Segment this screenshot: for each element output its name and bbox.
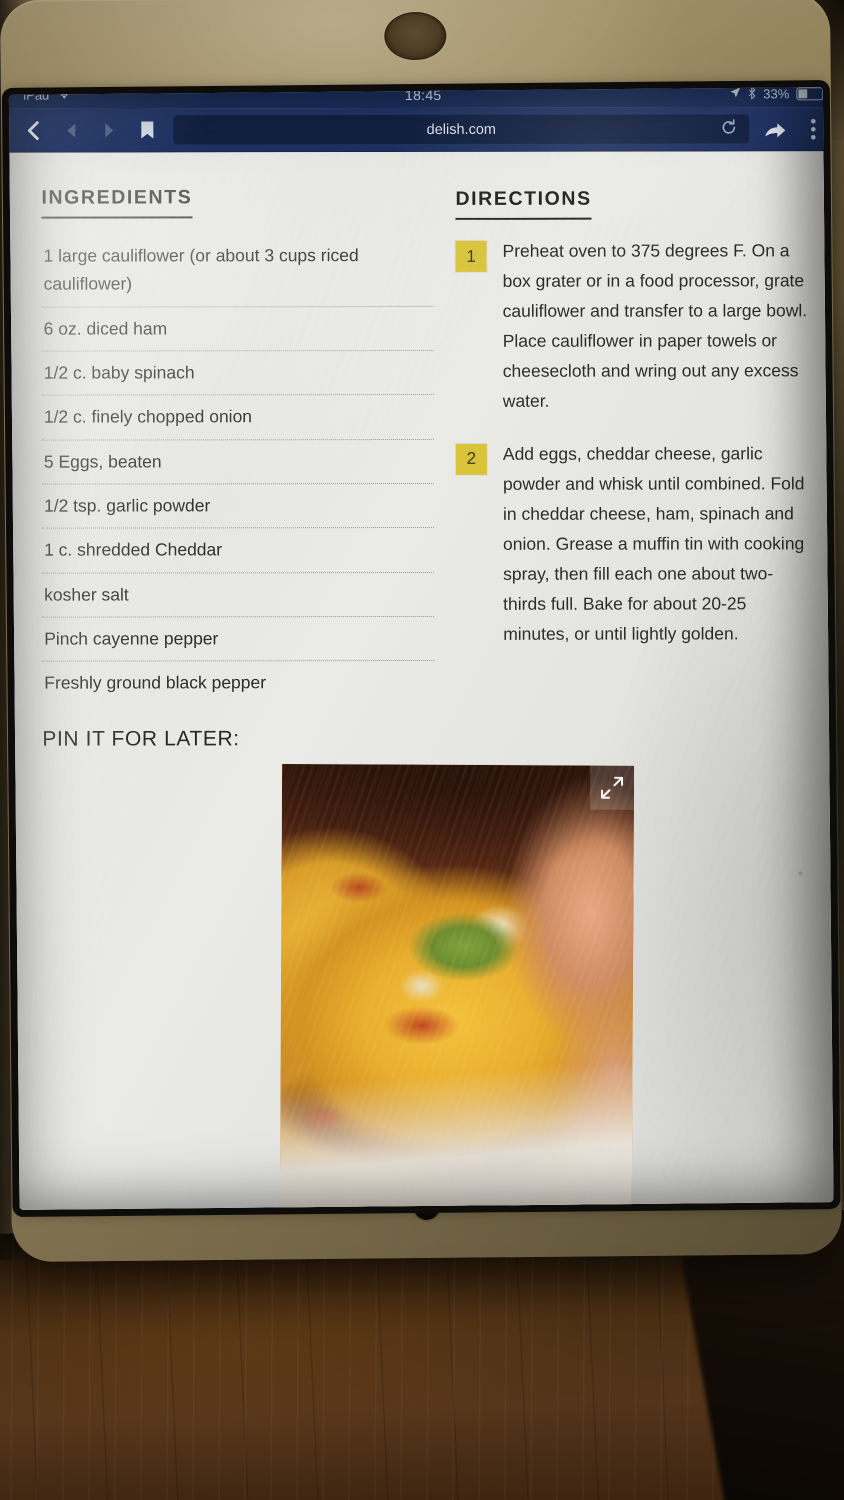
reload-icon[interactable] (720, 118, 737, 139)
location-arrow-icon (729, 87, 741, 101)
url-text: delish.com (426, 121, 496, 138)
ingredients-heading: INGREDIENTS (41, 186, 193, 219)
list-item: Freshly ground black pepper (44, 672, 267, 694)
step-number-badge: 2 (455, 443, 487, 475)
triangle-left-icon[interactable] (59, 118, 83, 142)
ingredients-column: INGREDIENTS 1 large cauliflower (or abou… (41, 186, 435, 705)
bluetooth-icon (748, 87, 756, 102)
url-bar[interactable]: delish.com (173, 114, 750, 145)
bookmark-icon[interactable] (135, 118, 159, 142)
ipad-device: iPad 18:45 33% delish.com INGREDIENTS 1 … (0, 0, 843, 1262)
recipe-page: INGREDIENTS 1 large cauliflower (or abou… (8, 151, 834, 1210)
list-item: 1/2 c. baby spinach (41, 350, 434, 397)
browser-toolbar: delish.com (8, 107, 834, 153)
battery-percent-label: 33% (763, 87, 790, 102)
recipe-photo[interactable] (279, 763, 635, 1210)
list-item: 1 c. shredded Cheddar (42, 528, 435, 574)
list-item: 5 Eggs, beaten (41, 439, 434, 485)
photo-scene: iPad 18:45 33% delish.com INGREDIENTS 1 … (0, 0, 844, 1500)
list-item: 1/2 tsp. garlic powder (41, 484, 435, 530)
recipe-columns: INGREDIENTS 1 large cauliflower (or abou… (9, 151, 834, 705)
list-item: Pinch cayenne pepper (42, 617, 435, 663)
step-number-badge: 1 (455, 240, 487, 272)
screen-content: iPad 18:45 33% delish.com INGREDIENTS 1 … (8, 87, 834, 1210)
directions-column: DIRECTIONS 1 Preheat oven to 375 degrees… (455, 185, 810, 704)
step-text: Preheat oven to 375 degrees F. On a box … (502, 240, 808, 412)
battery-icon (796, 87, 824, 101)
directions-heading: DIRECTIONS (455, 187, 592, 220)
list-item: 1/2 c. finely chopped onion (41, 395, 434, 441)
device-screen: iPad 18:45 33% delish.com INGREDIENTS 1 … (8, 87, 834, 1210)
three-dots-menu-icon[interactable] (801, 117, 825, 141)
list-item: kosher salt (42, 572, 435, 618)
ingredients-list: 1 large cauliflower (or about 3 cups ric… (41, 233, 435, 705)
chevron-left-icon[interactable] (21, 118, 45, 142)
direction-step: 1 Preheat oven to 375 degrees F. On a bo… (455, 235, 810, 416)
share-arrow-icon[interactable] (763, 117, 787, 141)
pin-it-heading: PIN IT FOR LATER: (42, 727, 240, 751)
step-text: Add eggs, cheddar cheese, garlic powder … (502, 442, 805, 644)
list-item: 6 oz. diced ham (41, 306, 434, 352)
list-item: 1 large cauliflower (or about 3 cups ric… (41, 233, 434, 308)
recipe-photo-grain (279, 763, 635, 1210)
triangle-right-icon[interactable] (97, 118, 121, 142)
screen-dust-speck (798, 871, 803, 876)
direction-step: 2 Add eggs, cheddar cheese, garlic powde… (455, 438, 810, 649)
expand-arrows-icon[interactable] (589, 765, 635, 810)
